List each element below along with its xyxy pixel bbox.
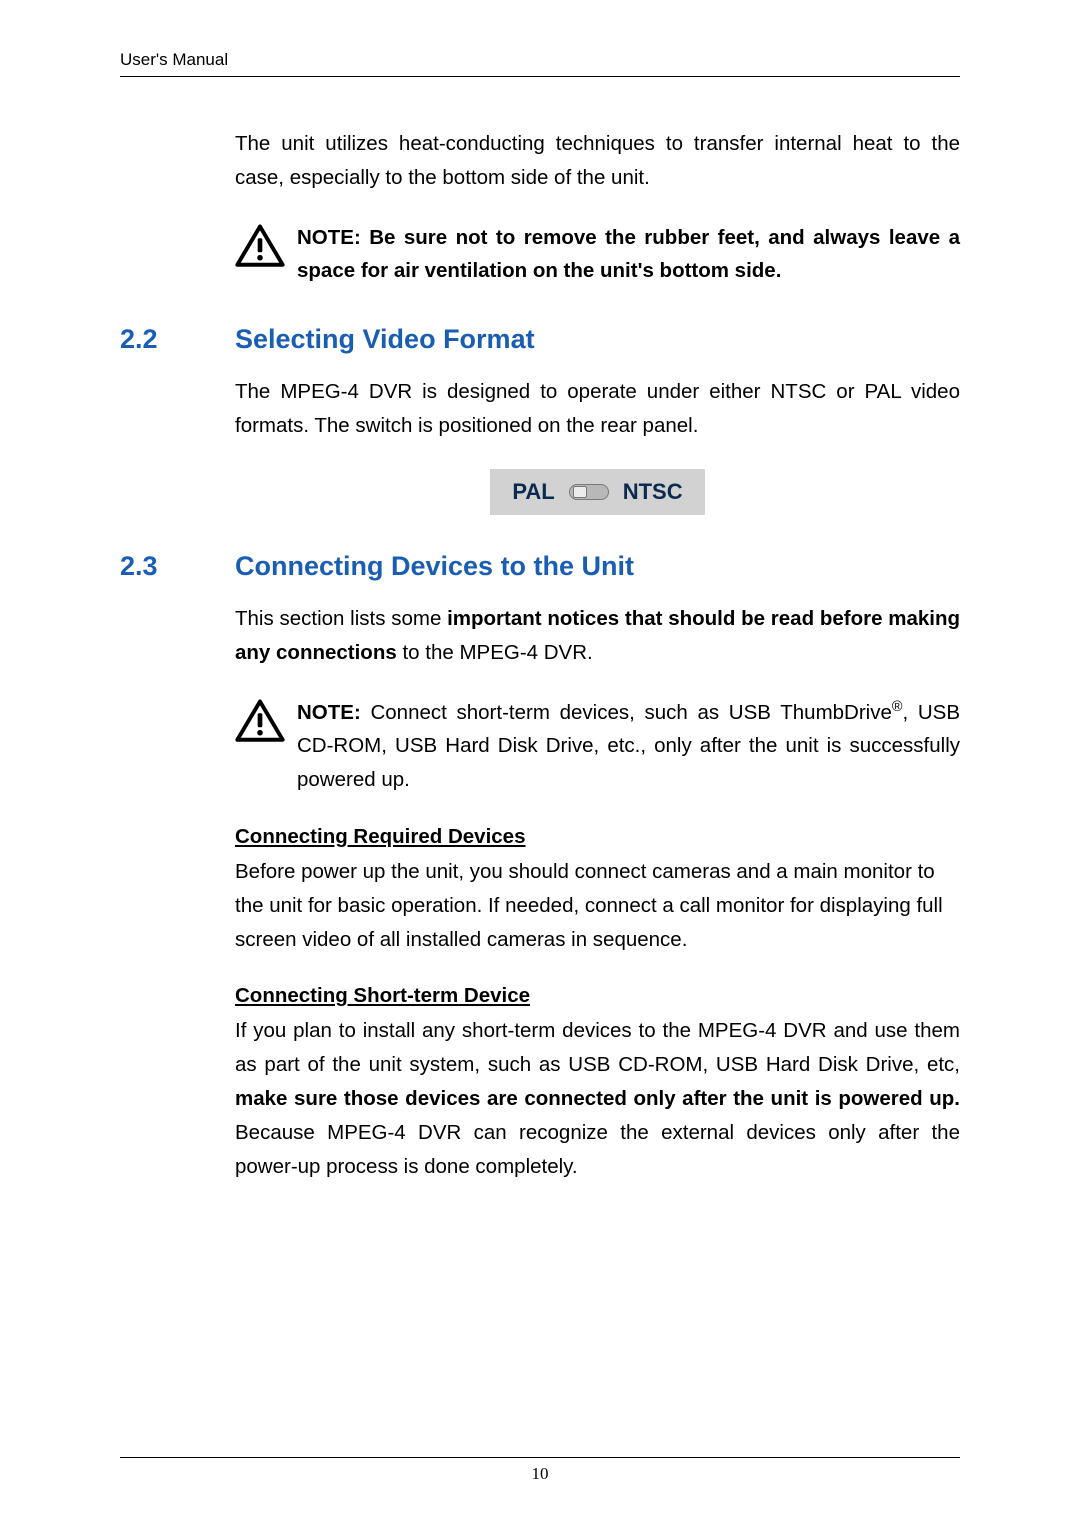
switch-knob: [573, 486, 587, 498]
switch-label-pal: PAL: [512, 479, 554, 505]
intro-paragraph: The unit utilizes heat-conducting techni…: [235, 127, 960, 195]
section-2-3-header: 2.3 Connecting Devices to the Unit: [120, 551, 960, 582]
section-2-3-title: Connecting Devices to the Unit: [235, 551, 634, 582]
note-block-1: NOTE: Be sure not to remove the rubber f…: [235, 221, 960, 289]
section-2-3-body: This section lists some important notice…: [235, 602, 960, 1184]
sub2-paragraph: If you plan to install any short-term de…: [235, 1014, 960, 1183]
section-2-3-intro: This section lists some important notice…: [235, 602, 960, 670]
warning-icon: [235, 696, 297, 749]
s23-intro-plain2: to the MPEG-4 DVR.: [397, 641, 593, 664]
page-number: 10: [120, 1464, 960, 1484]
pal-ntsc-switch-figure: PAL NTSC: [235, 469, 960, 515]
header-rule: [120, 76, 960, 77]
running-header: User's Manual: [120, 50, 960, 70]
section-2-2-number: 2.2: [120, 324, 235, 355]
note-2-t1: Connect short-term devices, such as USB …: [361, 701, 892, 724]
note-block-2: NOTE: Connect short-term devices, such a…: [235, 696, 960, 797]
note-2-text: NOTE: Connect short-term devices, such a…: [297, 696, 960, 797]
page-footer: 10: [120, 1457, 960, 1484]
sub2-p2: Because MPEG-4 DVR can recognize the ext…: [235, 1121, 960, 1178]
note-2-label: NOTE:: [297, 701, 361, 724]
note-1-label: NOTE:: [297, 226, 361, 249]
section-2-2-paragraph: The MPEG-4 DVR is designed to operate un…: [235, 375, 960, 443]
footer-rule: [120, 1457, 960, 1458]
s23-intro-plain1: This section lists some: [235, 607, 447, 630]
sub2-heading: Connecting Short-term Device: [235, 984, 960, 1008]
sub2-bold: make sure those devices are connected on…: [235, 1087, 960, 1110]
pal-ntsc-switch: PAL NTSC: [490, 469, 704, 515]
section-2-2-header: 2.2 Selecting Video Format: [120, 324, 960, 355]
warning-icon: [235, 221, 297, 274]
section-2-3-number: 2.3: [120, 551, 235, 582]
sub1-heading: Connecting Required Devices: [235, 825, 960, 849]
document-page: User's Manual The unit utilizes heat-con…: [0, 0, 1080, 1528]
section-2-2-title: Selecting Video Format: [235, 324, 535, 355]
note-2-sup: ®: [892, 699, 903, 715]
note-1-text: NOTE: Be sure not to remove the rubber f…: [297, 221, 960, 289]
section-2-2-body: The MPEG-4 DVR is designed to operate un…: [235, 375, 960, 515]
switch-label-ntsc: NTSC: [623, 479, 683, 505]
body-content: The unit utilizes heat-conducting techni…: [235, 127, 960, 288]
switch-slot: [569, 484, 609, 500]
note-1-body: Be sure not to remove the rubber feet, a…: [297, 226, 960, 283]
sub2-p1: If you plan to install any short-term de…: [235, 1019, 960, 1076]
sub1-paragraph: Before power up the unit, you should con…: [235, 855, 960, 956]
